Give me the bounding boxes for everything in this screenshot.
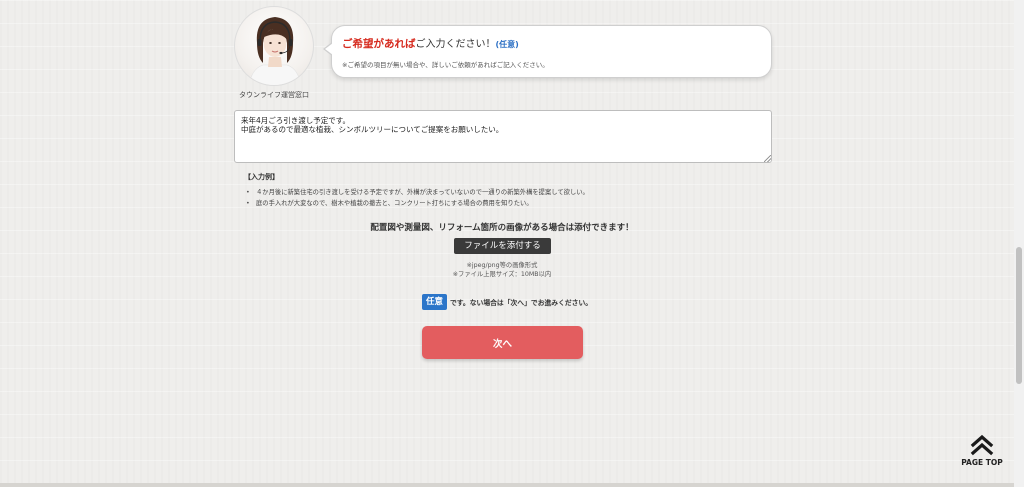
double-chevron-up-icon: [970, 434, 994, 456]
bubble-title: ご希望があればご入力ください！(任意): [342, 37, 761, 52]
upload-size-note: ※ファイル上限サイズ：10MB以内: [452, 271, 552, 278]
optional-notice: 任意 です。ない場合は「次へ」でお進みください。: [422, 294, 592, 310]
example-item: ４か月後に新築住宅の引き渡しを受ける予定ですが、外構が決まっていないので一通りの…: [244, 187, 764, 198]
attach-file-button[interactable]: ファイルを添付する: [454, 238, 551, 254]
next-button[interactable]: 次へ: [422, 326, 583, 359]
input-example: 【入力例】 ４か月後に新築住宅の引き渡しを受ける予定ですが、外構が決まっていない…: [244, 172, 764, 209]
example-item: 庭の手入れが大変なので、樹木や植栽の撤去と、コンクリート打ちにする場合の費用を知…: [244, 198, 764, 209]
upload-heading: 配置図や測量図、リフォーム箇所の画像がある場合は添付できます！: [370, 223, 634, 233]
bottom-divider: [0, 483, 1014, 487]
operator: タウンライフ運営窓口: [234, 6, 314, 100]
bubble-subtitle: ※ご希望の項目が無い場合や、詳しいご依頼があればご記入ください。: [342, 61, 549, 69]
bubble-title-rest: ご入力ください！: [415, 39, 496, 50]
instruction-bubble: ご希望があればご入力ください！(任意) ※ご希望の項目が無い場合や、詳しいご依頼…: [323, 25, 772, 78]
page-top-link[interactable]: PAGE TOP: [957, 434, 1007, 467]
optional-badge: 任意: [422, 294, 448, 310]
bubble-optional-tag: (任意): [495, 40, 519, 49]
example-list: ４か月後に新築住宅の引き渡しを受ける予定ですが、外構が決まっていないので一通りの…: [244, 187, 764, 209]
page-top-label: PAGE TOP: [961, 458, 1003, 467]
optional-notice-text: です。ない場合は「次へ」でお進みください。: [450, 299, 593, 307]
operator-avatar: [234, 6, 314, 86]
example-heading: 【入力例】: [244, 173, 279, 181]
operator-portrait-icon: [249, 17, 301, 85]
operator-caption: タウンライフ運営窓口: [239, 91, 309, 99]
resize-grip-icon[interactable]: [764, 155, 771, 162]
scrollbar-track[interactable]: [1014, 0, 1024, 487]
upload-format-note: ※jpeg/png等の画像形式: [466, 262, 538, 269]
request-textarea[interactable]: 来年4月ごろ引き渡し予定です。 中庭があるので最適な植栽、シンボルツリーについて…: [234, 110, 772, 163]
bubble-title-emphasis: ご希望があれば: [342, 38, 416, 50]
scrollbar-thumb[interactable]: [1016, 247, 1022, 384]
